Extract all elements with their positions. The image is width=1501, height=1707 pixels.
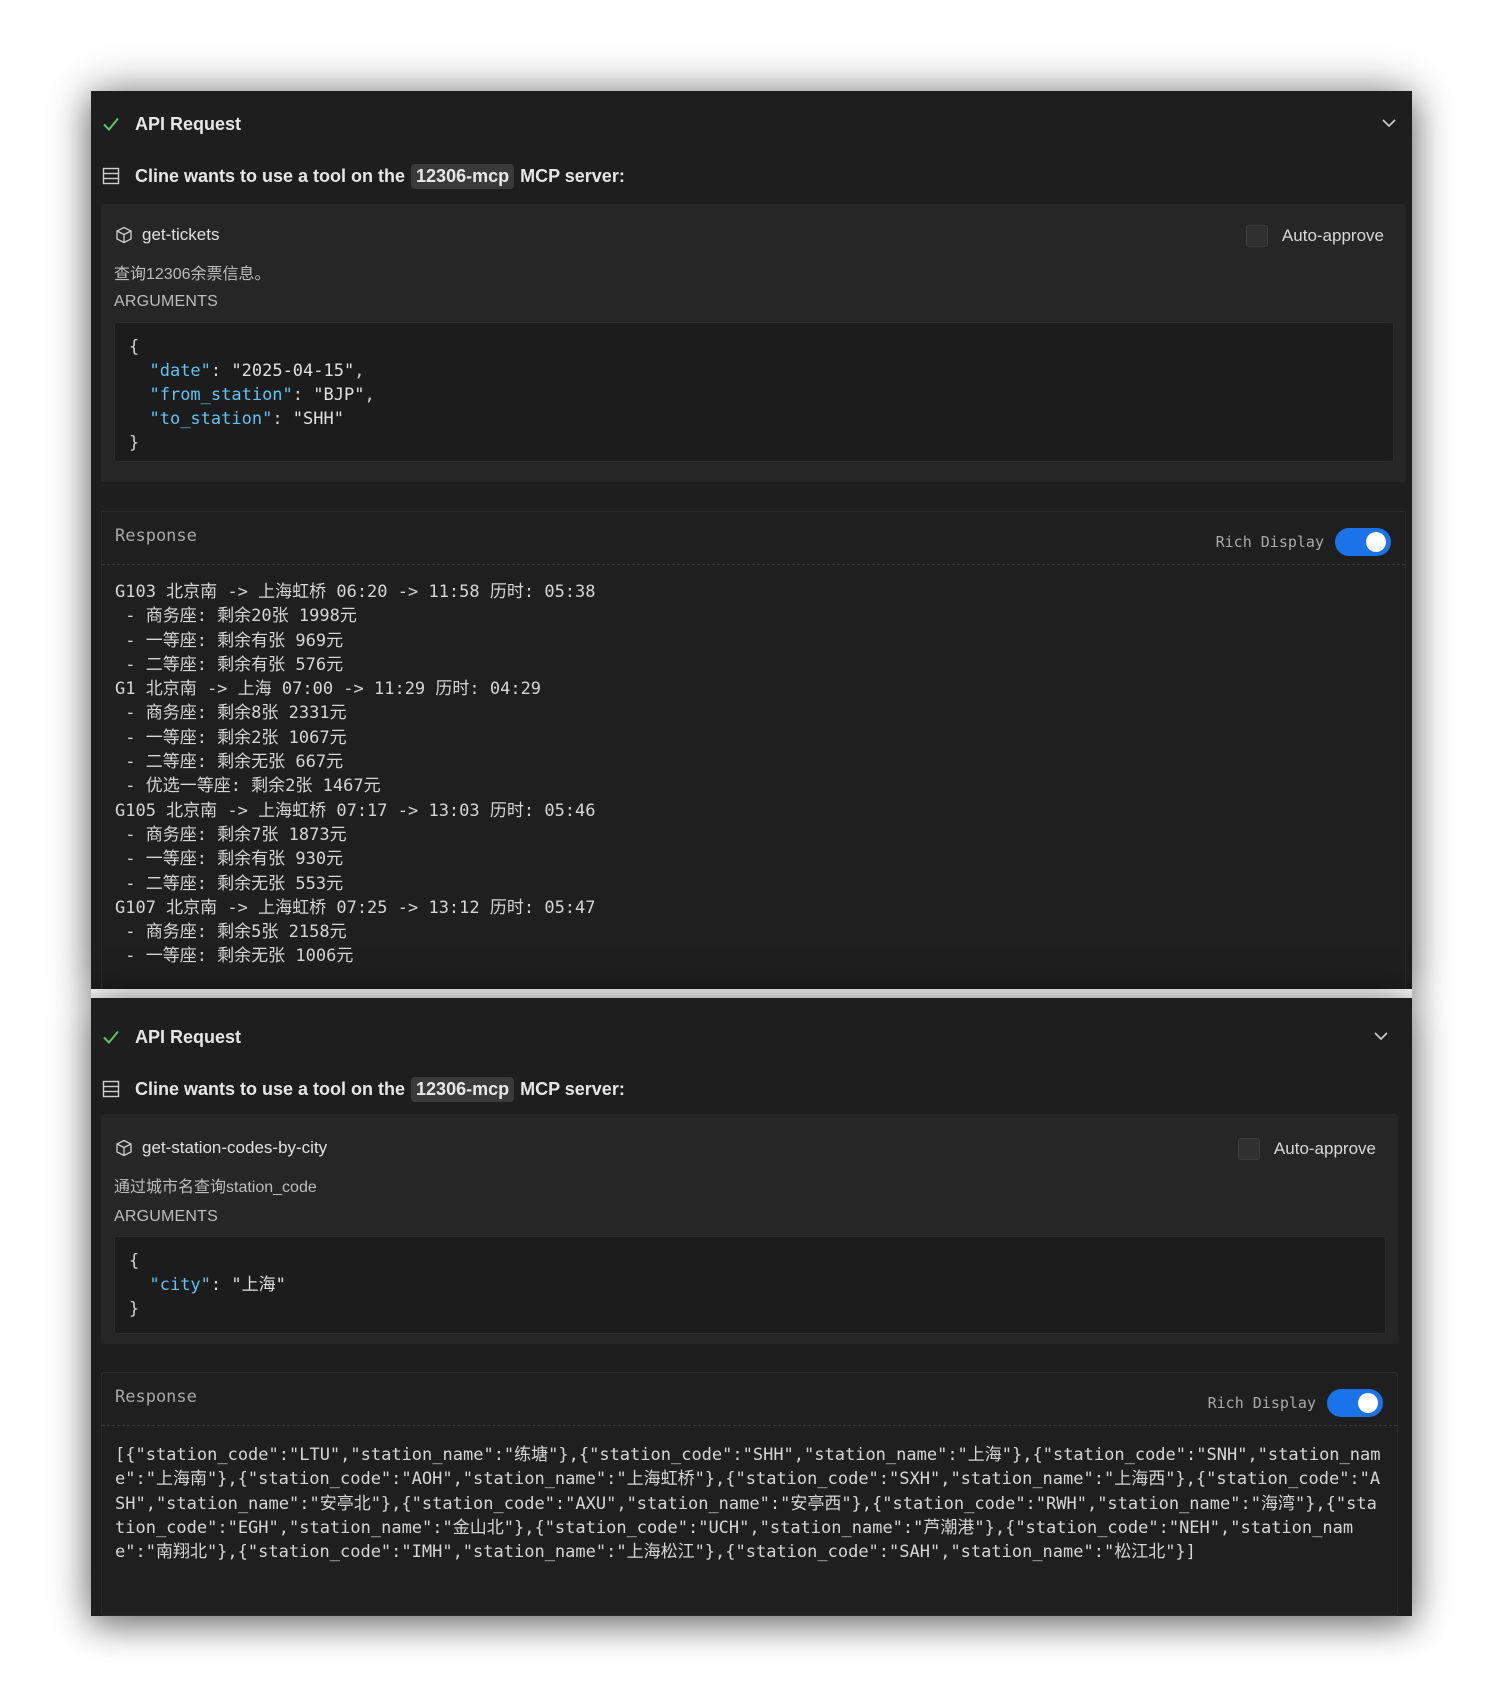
arguments-code-block: { "date": "2025-04-15", "from_station": … [114, 322, 1394, 462]
tool-description: 查询12306余票信息。 [114, 266, 271, 283]
response-card: Response Rich Display G103 北京南 -> 上海虹桥 0… [101, 511, 1406, 989]
server-line: Cline wants to use a tool on the 12306-mc… [101, 160, 1402, 192]
arguments-label: ARGUMENTS [114, 293, 219, 310]
auto-approve-label: Auto-approve [1281, 226, 1384, 245]
tool-name-row: get-tickets [115, 225, 219, 245]
response-line: - 优选一等座: 剩余2张 1467元 [115, 776, 381, 797]
server-name-badge: 12306-mcp [411, 1076, 515, 1102]
rich-display-toggle[interactable] [1327, 1389, 1383, 1417]
response-title: Response [115, 1387, 197, 1407]
response-line: - 一等座: 剩余有张 930元 [115, 849, 344, 870]
response-line: G1 北京南 -> 上海 07:00 -> 11:29 历时: 04:29 [115, 679, 542, 700]
response-line: - 商务座: 剩余5张 2158元 [115, 922, 347, 943]
server-message: Cline wants to use a tool on the 12306-mc… [135, 1076, 625, 1102]
response-line: - 一等座: 剩余有张 969元 [115, 630, 344, 651]
server-suffix: MCP server: [520, 165, 625, 186]
server-prefix: Cline wants to use a tool on the [135, 165, 406, 186]
check-icon [101, 1027, 121, 1047]
package-icon [115, 226, 133, 244]
response-card: Response Rich Display [{"station_code":"… [101, 1372, 1398, 1616]
response-line: - 商务座: 剩余8张 2331元 [115, 703, 347, 724]
tool-card: get-tickets Auto-approve 查询12306余票信息。 AR… [101, 204, 1406, 482]
arguments-code-block: { "city": "上海" } [114, 1236, 1386, 1334]
arguments-label: ARGUMENTS [114, 1208, 219, 1225]
auto-approve-checkbox[interactable] [1245, 225, 1268, 247]
rich-display-label: Rich Display [1207, 1394, 1316, 1412]
response-line: - 商务座: 剩余7张 1873元 [115, 824, 347, 845]
response-line: G103 北京南 -> 上海虹桥 06:20 -> 11:58 历时: 05:3… [115, 582, 596, 602]
arg-value-to-station: "SHH" [292, 409, 344, 429]
response-body: G103 北京南 -> 上海虹桥 06:20 -> 11:58 历时: 05:3… [115, 580, 1391, 969]
arg-key-city: "city" [149, 1275, 211, 1295]
api-request-panel-2: API Request Cline wants to use a tool on… [91, 998, 1412, 1616]
package-icon [115, 1139, 133, 1157]
server-icon [101, 166, 121, 186]
arg-value-city: "上海" [231, 1275, 286, 1295]
response-line: - 二等座: 剩余无张 667元 [115, 752, 344, 773]
server-message: Cline wants to use a tool on the 12306-mc… [135, 163, 625, 189]
arg-value-date: "2025-04-15" [231, 361, 355, 381]
response-header: Response Rich Display [102, 1373, 1397, 1426]
rich-display-control[interactable]: Rich Display [1216, 528, 1391, 556]
toggle-knob [1366, 532, 1386, 552]
screenshot-divider [91, 989, 1412, 998]
api-request-title: API Request [135, 113, 242, 134]
api-request-header[interactable]: API Request [101, 1021, 1402, 1053]
api-request-panel-1: API Request Cline wants to use a tool on… [91, 91, 1412, 989]
arg-key-to-station: "to_station" [149, 409, 273, 429]
api-request-title: API Request [135, 1026, 242, 1047]
chevron-down-icon[interactable] [1372, 1027, 1390, 1050]
tool-description: 通过城市名查询station_code [114, 1179, 317, 1196]
auto-approve-control[interactable]: Auto-approve [1245, 225, 1384, 247]
arg-value-from-station: "BJP" [313, 385, 365, 405]
rich-display-control[interactable]: Rich Display [1208, 1389, 1383, 1417]
tool-card: get-station-codes-by-city Auto-approve 通… [101, 1114, 1398, 1344]
tool-name: get-station-codes-by-city [142, 1138, 328, 1157]
rich-display-label: Rich Display [1215, 533, 1324, 551]
auto-approve-label: Auto-approve [1273, 1139, 1376, 1158]
response-title: Response [115, 526, 197, 546]
response-line: G107 北京南 -> 上海虹桥 07:25 -> 13:12 历时: 05:4… [115, 897, 596, 918]
server-icon [101, 1079, 121, 1099]
server-prefix: Cline wants to use a tool on the [135, 1078, 406, 1099]
arg-key-from-station: "from_station" [149, 385, 293, 405]
arg-key-date: "date" [149, 361, 211, 381]
brace-open: { [129, 1251, 140, 1271]
brace-open: { [129, 337, 140, 357]
toggle-knob [1358, 1393, 1378, 1413]
server-name-badge: 12306-mcp [411, 163, 515, 189]
server-suffix: MCP server: [520, 1078, 625, 1099]
api-request-header[interactable]: API Request [101, 108, 1402, 140]
response-line: - 二等座: 剩余有张 576元 [115, 654, 344, 675]
response-body: [{"station_code":"LTU","station_name":"练… [115, 1445, 1381, 1563]
server-line: Cline wants to use a tool on the 12306-mc… [101, 1073, 1402, 1105]
brace-close: } [129, 1299, 140, 1319]
auto-approve-control[interactable]: Auto-approve [1237, 1138, 1376, 1160]
brace-close: } [129, 433, 140, 453]
tool-name-row: get-station-codes-by-city [115, 1138, 327, 1158]
response-line: - 商务座: 剩余20张 1998元 [115, 606, 357, 627]
response-line: G105 北京南 -> 上海虹桥 07:17 -> 13:03 历时: 05:4… [115, 800, 596, 821]
tool-name: get-tickets [142, 225, 220, 244]
chevron-down-icon[interactable] [1380, 114, 1398, 137]
response-header: Response Rich Display [102, 512, 1405, 565]
response-line: - 一等座: 剩余无张 1006元 [115, 946, 354, 967]
response-line: - 一等座: 剩余2张 1067元 [115, 727, 347, 748]
response-line: - 二等座: 剩余无张 553元 [115, 873, 344, 894]
rich-display-toggle[interactable] [1335, 528, 1391, 556]
check-icon [101, 114, 121, 134]
auto-approve-checkbox[interactable] [1237, 1138, 1260, 1160]
